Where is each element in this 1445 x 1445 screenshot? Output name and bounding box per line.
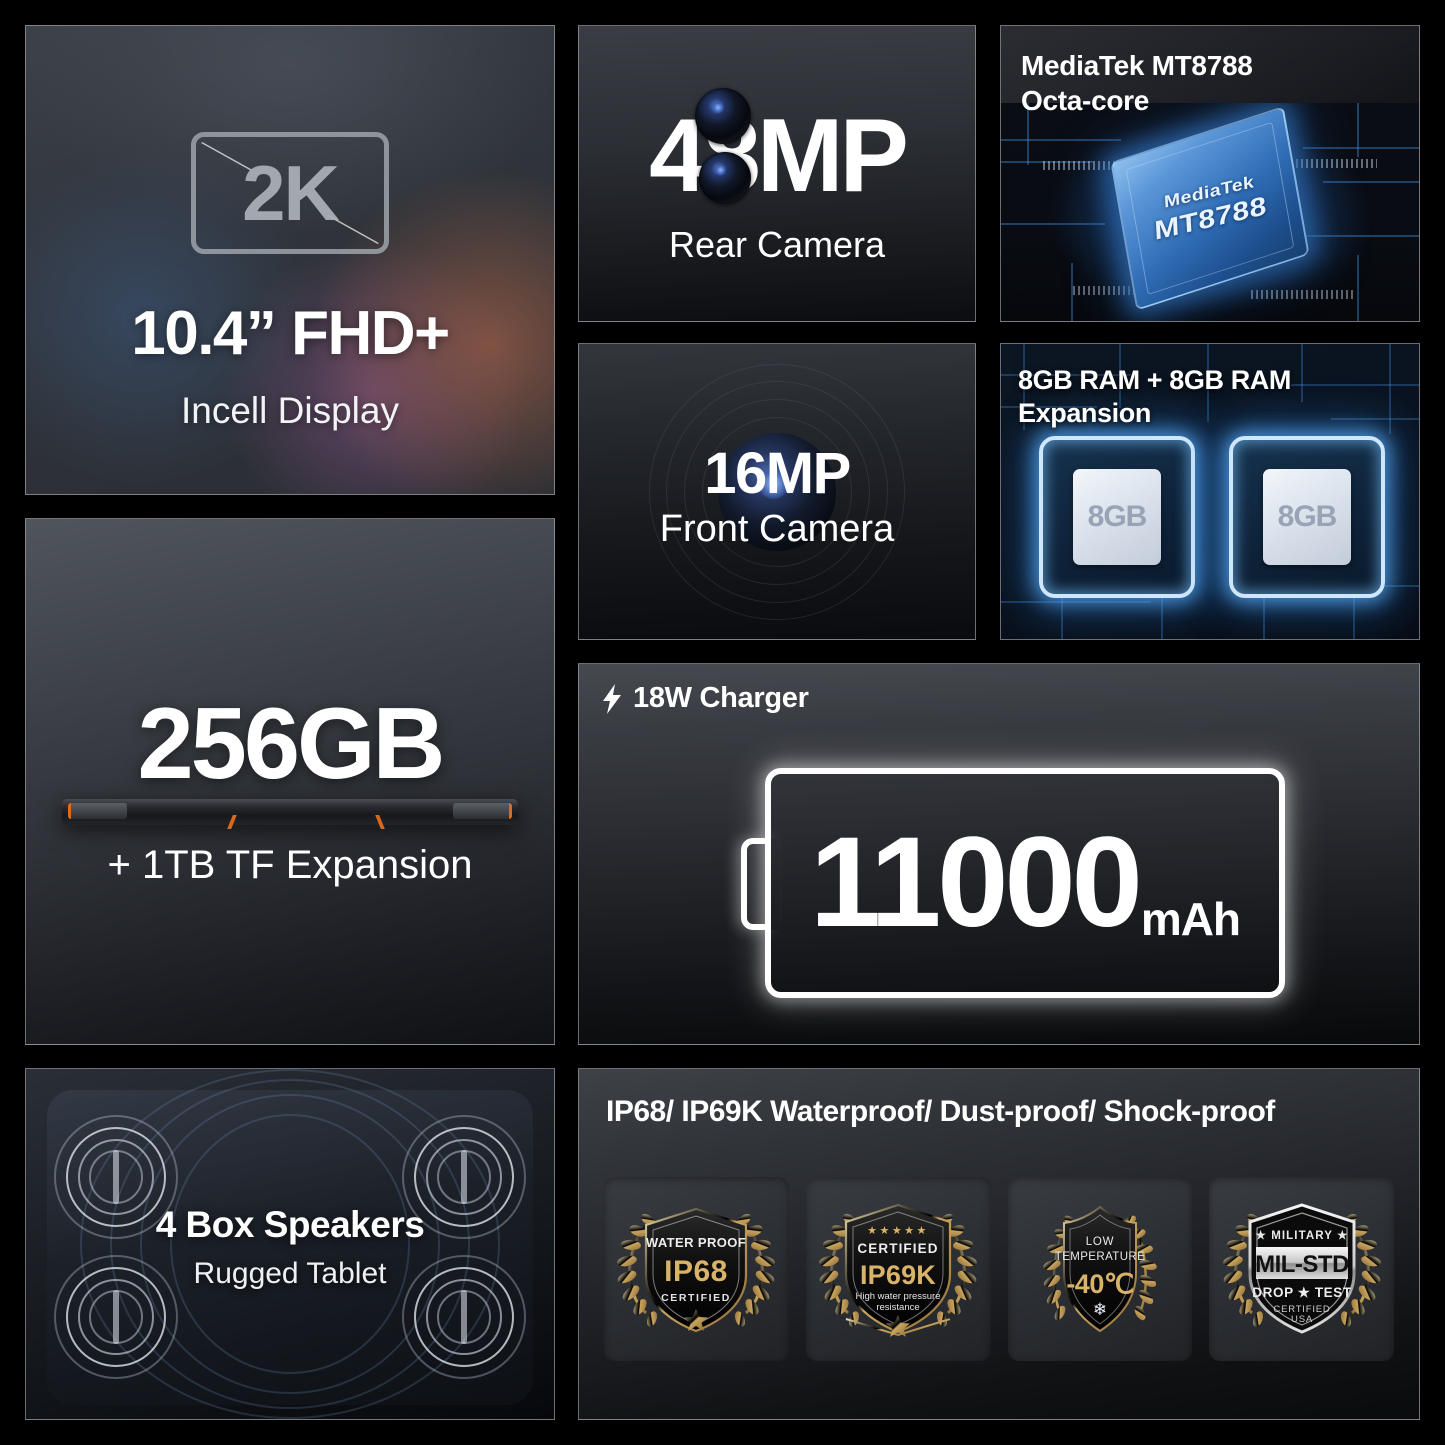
resolution-2k-badge: 2K xyxy=(191,132,389,254)
svg-text:DROP ★ TEST: DROP ★ TEST xyxy=(1252,1285,1352,1300)
certification-card-low-temperature: LOW TEMPERATURE -40℃ ❄ xyxy=(1007,1177,1193,1361)
charger-label: 18W Charger xyxy=(633,682,809,714)
rear-camera-value-row: 48MP xyxy=(579,100,975,212)
svg-text:WATER PROOF: WATER PROOF xyxy=(646,1235,746,1250)
storage-expansion-label: + 1TB TF Expansion xyxy=(107,843,473,887)
ip69k-badge-icon: ★★★★★ CERTIFIED IP69K High water pressur… xyxy=(818,1203,979,1337)
mil-std-badge-icon: ★ MILITARY ★ MIL-STD DROP ★ TEST CERTIFI… xyxy=(1221,1203,1382,1334)
svg-text:-40℃: -40℃ xyxy=(1066,1269,1133,1299)
panel-rear-camera: 48MP Rear Camera xyxy=(578,25,976,322)
battery-capacity-row: 11000 mAh xyxy=(765,768,1285,998)
battery-icon: 11000 mAh xyxy=(741,768,1285,998)
display-size-title: 10.4” FHD+ xyxy=(131,299,450,368)
low-temperature-badge-icon: LOW TEMPERATURE -40℃ ❄ xyxy=(1043,1205,1157,1333)
processor-title: MediaTek MT8788 Octa-core xyxy=(1021,48,1253,118)
svg-text:LOW: LOW xyxy=(1086,1236,1115,1248)
ram-chip-left-label: 8GB xyxy=(1087,500,1148,533)
svg-text:★ MILITARY ★: ★ MILITARY ★ xyxy=(1255,1229,1348,1242)
battery-capacity-value: 11000 xyxy=(809,811,1143,954)
svg-text:★★★★★: ★★★★★ xyxy=(867,1225,929,1237)
svg-text:❄: ❄ xyxy=(1093,1300,1107,1320)
front-camera-label: Front Camera xyxy=(659,508,895,550)
certification-badge-row: WATER PROOF IP68 CERTIFIED ★★★★★ CERTIFI… xyxy=(604,1177,1394,1361)
panel-memory: 8GB RAM + 8GB RAM Expansion 8GB 8GB xyxy=(1000,343,1420,640)
storage-capacity: 256GB xyxy=(137,688,445,800)
resolution-2k-label: 2K xyxy=(242,149,340,237)
panel-speakers: 4 Box Speakers Rugged Tablet xyxy=(25,1068,555,1420)
svg-text:resistance: resistance xyxy=(876,1302,919,1313)
charger-header: 18W Charger xyxy=(601,682,809,715)
product-feature-infographic: 2K 10.4” FHD+ Incell Display 48MP Rear C… xyxy=(0,0,1445,1445)
processor-title-line2: Octa-core xyxy=(1021,85,1150,116)
certification-card-ip69k: ★★★★★ CERTIFIED IP69K High water pressur… xyxy=(805,1177,991,1361)
rear-camera-megapixels: 48MP xyxy=(649,98,909,214)
svg-text:High water pressure: High water pressure xyxy=(856,1291,941,1302)
svg-text:IP69K: IP69K xyxy=(860,1260,936,1290)
tablet-side-profile-image xyxy=(62,799,518,829)
feature-grid: 2K 10.4” FHD+ Incell Display 48MP Rear C… xyxy=(25,25,1420,1420)
speakers-subtitle: Rugged Tablet xyxy=(193,1257,387,1290)
memory-title-line2: Expansion xyxy=(1018,397,1151,428)
circuit-board-illustration: MediaTek MT8788 xyxy=(1001,103,1419,321)
panel-certifications: IP68/ IP69K Waterproof/ Dust-proof/ Shoc… xyxy=(578,1068,1420,1420)
panel-processor: MediaTek MT8788 Octa-core MediaTek MT878… xyxy=(1000,25,1420,322)
panel-battery: 18W Charger 11000 mAh xyxy=(578,663,1420,1045)
panel-storage: 256GB + 1TB TF Expansion xyxy=(25,518,555,1045)
ip68-badge-icon: WATER PROOF IP68 CERTIFIED xyxy=(616,1207,777,1333)
chip-markings: MediaTek MT8788 xyxy=(1127,164,1293,252)
speakers-title: 4 Box Speakers xyxy=(155,1204,425,1245)
svg-text:MIL-STD: MIL-STD xyxy=(1255,1251,1349,1278)
rear-camera-label: Rear Camera xyxy=(668,224,886,265)
lightning-bolt-icon xyxy=(603,683,621,714)
svg-text:TEMPERATURE: TEMPERATURE xyxy=(1055,1251,1145,1263)
memory-title-line1: 8GB RAM + 8GB RAM xyxy=(1018,365,1291,395)
front-camera-megapixels: 16MP xyxy=(704,441,851,506)
ram-chip-right-icon: 8GB xyxy=(1229,436,1385,598)
svg-text:CERTIFIED: CERTIFIED xyxy=(661,1292,731,1304)
certification-card-ip68: WATER PROOF IP68 CERTIFIED xyxy=(604,1177,789,1361)
ram-chip-right-label: 8GB xyxy=(1277,500,1338,533)
processor-title-line1: MediaTek MT8788 xyxy=(1021,50,1253,81)
svg-text:IP68: IP68 xyxy=(665,1255,729,1288)
battery-capacity-unit: mAh xyxy=(1140,893,1241,945)
memory-title: 8GB RAM + 8GB RAM Expansion xyxy=(1018,364,1291,430)
certification-card-mil-std: ★ MILITARY ★ MIL-STD DROP ★ TEST CERTIFI… xyxy=(1209,1177,1394,1361)
panel-display: 2K 10.4” FHD+ Incell Display xyxy=(25,25,555,495)
certifications-title: IP68/ IP69K Waterproof/ Dust-proof/ Shoc… xyxy=(606,1095,1275,1128)
svg-text:USA: USA xyxy=(1291,1314,1313,1325)
panel-front-camera: 16MP Front Camera xyxy=(578,343,976,640)
svg-text:CERTIFIED: CERTIFIED xyxy=(858,1241,939,1256)
ram-chip-left-icon: 8GB xyxy=(1039,436,1195,598)
processor-chip-icon: MediaTek MT8788 xyxy=(1110,106,1310,311)
display-type-subtitle: Incell Display xyxy=(181,390,399,431)
